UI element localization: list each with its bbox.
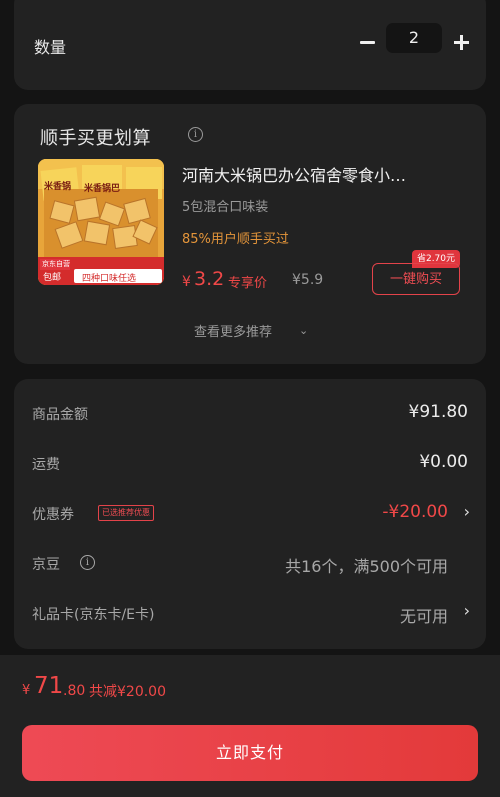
goods-amount-label: 商品金额 bbox=[32, 407, 88, 423]
minus-icon[interactable] bbox=[358, 30, 378, 54]
total-currency: ¥ bbox=[22, 683, 31, 698]
product-spec: 5包混合口味装 bbox=[182, 200, 269, 215]
price-tag: 专享价 bbox=[228, 276, 268, 291]
bundle-recommendation-card: 顺手买更划算 i 米香锅 米香锅巴 京东自营 包邮 四种口味任选 河南大米锅巴办… bbox=[14, 104, 486, 364]
goods-amount-value: ¥91.80 bbox=[408, 402, 468, 422]
coupon-label: 优惠券 bbox=[32, 507, 74, 523]
thumb-badge-jd: 京东自营 bbox=[42, 260, 70, 268]
product-price: 3.2 bbox=[194, 268, 225, 290]
thumb-brand-text-2: 米香锅巴 bbox=[84, 184, 121, 194]
one-click-buy-button[interactable]: 一键购买 bbox=[372, 263, 460, 295]
chevron-right-icon[interactable]: › bbox=[464, 601, 470, 620]
jingdou-value: 共16个，满500个可用 bbox=[285, 557, 448, 576]
more-recommendations-link[interactable]: 查看更多推荐 bbox=[194, 321, 272, 340]
shipping-value: ¥0.00 bbox=[419, 452, 468, 472]
thumb-banner: 四种口味任选 bbox=[82, 274, 137, 284]
info-icon[interactable]: i bbox=[80, 555, 95, 570]
giftcard-label: 礼品卡(京东卡/E卡) bbox=[32, 607, 155, 623]
chevron-down-icon[interactable]: ⌄ bbox=[299, 324, 308, 337]
total-discount: 共减¥20.00 bbox=[89, 684, 166, 700]
product-image[interactable]: 米香锅 米香锅巴 京东自营 包邮 四种口味任选 bbox=[38, 159, 164, 285]
pay-now-button[interactable]: 立即支付 bbox=[22, 725, 478, 781]
chevron-right-icon[interactable]: › bbox=[464, 502, 470, 521]
product-purchase-stat: 85%用户顺手买过 bbox=[182, 232, 289, 247]
thumb-badge-free-shipping: 包邮 bbox=[43, 273, 62, 283]
jingdou-label: 京豆 bbox=[32, 557, 60, 573]
original-price: ¥5.9 bbox=[292, 272, 324, 288]
bundle-title: 顺手买更划算 bbox=[40, 128, 151, 149]
thumb-brand-text: 米香锅 bbox=[44, 182, 72, 192]
quantity-card: 数量 2 bbox=[14, 0, 486, 90]
info-icon[interactable]: i bbox=[188, 127, 203, 142]
shipping-label: 运费 bbox=[32, 457, 60, 473]
giftcard-value[interactable]: 无可用 bbox=[400, 603, 448, 627]
coupon-value[interactable]: -¥20.00 bbox=[382, 502, 448, 522]
coupon-badge: 已选推荐优惠 bbox=[98, 505, 154, 521]
quantity-label: 数量 bbox=[34, 38, 67, 57]
fee-summary-card: 商品金额 ¥91.80 运费 ¥0.00 优惠券 已选推荐优惠 -¥20.00 … bbox=[14, 379, 486, 649]
price-currency: ¥ bbox=[182, 274, 191, 290]
total-amount-decimal: .80 bbox=[63, 683, 86, 699]
product-title[interactable]: 河南大米锅巴办公宿舍零食小… bbox=[182, 162, 472, 186]
total-amount-integer: 71 bbox=[34, 673, 64, 699]
checkout-bar: ¥ 71 .80 共减¥20.00 立即支付 bbox=[0, 655, 500, 797]
quantity-input[interactable]: 2 bbox=[386, 23, 442, 53]
plus-icon[interactable] bbox=[452, 30, 472, 54]
